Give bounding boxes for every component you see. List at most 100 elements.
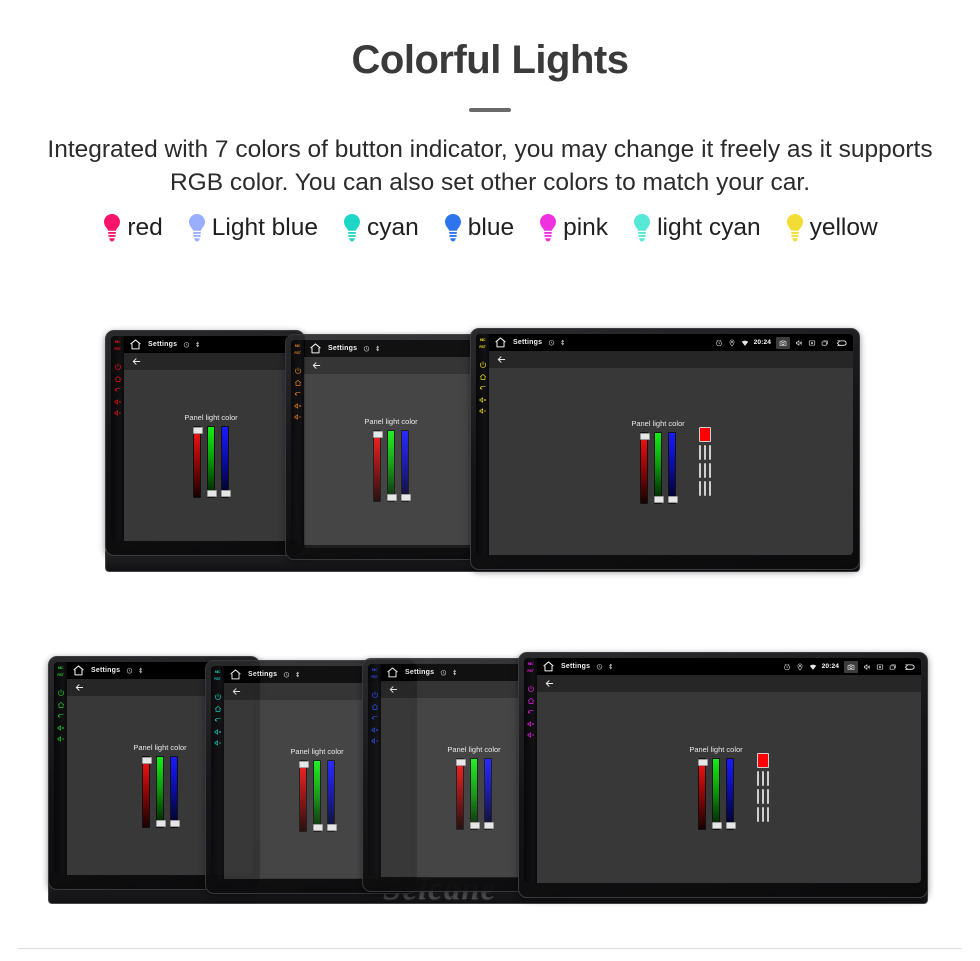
slider-thumb[interactable] [726,822,736,829]
device-yellow[interactable]: MIC RST Settings 20:24 Panel light color [470,328,860,570]
green-slider[interactable] [207,426,217,498]
rail-home-icon[interactable] [114,370,122,382]
volume-icon[interactable] [863,663,871,671]
rail-volume-up-icon[interactable] [371,721,379,733]
home-icon[interactable] [542,660,555,673]
slider-thumb[interactable] [142,757,152,764]
palette-swatch-0-1[interactable] [703,445,706,460]
rail-volume-down-icon[interactable] [57,730,65,742]
home-icon[interactable] [309,342,322,355]
rail-volume-up-icon[interactable] [114,393,122,405]
slider-thumb[interactable] [484,822,494,829]
blue-slider[interactable] [726,758,736,830]
close-box-icon[interactable] [876,663,884,671]
rail-home-icon[interactable] [527,692,535,704]
palette-swatch-2-1[interactable] [703,481,706,496]
rail-home-icon[interactable] [294,374,302,386]
palette-swatch-2-0[interactable] [698,481,701,496]
green-slider[interactable] [712,758,722,830]
rail-volume-down-icon[interactable] [114,404,122,416]
home-icon[interactable] [229,668,242,681]
slider-thumb[interactable] [470,822,480,829]
rail-volume-down-icon[interactable] [479,402,487,414]
palette-swatch-1-2[interactable] [708,463,711,478]
rail-volume-down-icon[interactable] [214,734,222,746]
back-arrow-icon[interactable] [834,338,848,348]
red-slider[interactable] [698,758,708,830]
back-arrow-icon[interactable] [388,684,399,695]
palette-swatch-2-2[interactable] [766,807,769,822]
green-slider[interactable] [654,432,664,504]
rail-volume-up-icon[interactable] [294,397,302,409]
slider-thumb[interactable] [221,490,231,497]
slider-thumb[interactable] [698,759,708,766]
palette-swatch-1-1[interactable] [761,789,764,804]
palette-swatch-1-1[interactable] [703,463,706,478]
slider-thumb[interactable] [654,496,664,503]
slider-thumb[interactable] [207,490,217,497]
device-magenta[interactable]: MIC RST Settings 20:24 Panel light color [518,652,928,898]
back-arrow-icon[interactable] [544,678,555,689]
rail-power-icon[interactable] [371,686,379,699]
palette-swatch-1-0[interactable] [698,463,701,478]
home-icon[interactable] [129,338,142,351]
rail-power-icon[interactable] [479,356,487,369]
rail-power-icon[interactable] [57,684,65,697]
palette-swatch-0-0[interactable] [756,771,759,786]
home-icon[interactable] [494,336,507,349]
slider-thumb[interactable] [299,761,309,768]
rail-volume-up-icon[interactable] [214,723,222,735]
blue-slider[interactable] [170,756,180,828]
back-arrow-icon[interactable] [231,686,242,697]
red-slider[interactable] [299,760,309,832]
palette-swatch-1-0[interactable] [756,789,759,804]
palette-swatch-1-2[interactable] [766,789,769,804]
back-arrow-icon[interactable] [311,360,322,371]
recents-icon[interactable] [889,663,897,671]
device-orange[interactable]: MIC RST Settings Panel light color [285,334,485,560]
rail-volume-down-icon[interactable] [371,732,379,744]
home-icon[interactable] [72,664,85,677]
back-arrow-icon[interactable] [902,662,916,672]
rail-power-icon[interactable] [527,680,535,693]
slider-thumb[interactable] [712,822,722,829]
blue-slider[interactable] [668,432,678,504]
rail-home-icon[interactable] [57,696,65,708]
rail-back-icon[interactable] [479,379,487,390]
palette-swatch-2-1[interactable] [761,807,764,822]
slider-thumb[interactable] [387,494,397,501]
slider-thumb[interactable] [401,494,411,501]
red-slider[interactable] [456,758,466,830]
close-box-icon[interactable] [808,339,816,347]
rail-back-icon[interactable] [57,707,65,718]
slider-thumb[interactable] [193,427,203,434]
volume-icon[interactable] [795,339,803,347]
rail-volume-up-icon[interactable] [479,391,487,403]
slider-thumb[interactable] [668,496,678,503]
blue-slider[interactable] [484,758,494,830]
back-arrow-icon[interactable] [74,682,85,693]
palette-swatch-0-1[interactable] [761,771,764,786]
rail-home-icon[interactable] [214,700,222,712]
palette-swatch-2-2[interactable] [708,481,711,496]
rail-volume-up-icon[interactable] [527,715,535,727]
slider-thumb[interactable] [327,824,337,831]
green-slider[interactable] [313,760,323,832]
green-slider[interactable] [470,758,480,830]
palette-swatch-0-2[interactable] [766,771,769,786]
rail-back-icon[interactable] [114,381,122,392]
rail-power-icon[interactable] [114,358,122,371]
rail-power-icon[interactable] [214,688,222,701]
slider-thumb[interactable] [156,820,166,827]
blue-slider[interactable] [327,760,337,832]
back-arrow-icon[interactable] [496,354,507,365]
home-icon[interactable] [386,666,399,679]
device-red[interactable]: MIC RST Settings Panel light color [105,330,305,556]
slider-thumb[interactable] [170,820,180,827]
rail-back-icon[interactable] [294,385,302,396]
camera-icon[interactable] [776,336,790,349]
palette-swatch-0-0[interactable] [698,445,701,460]
blue-slider[interactable] [221,426,231,498]
slider-thumb[interactable] [313,824,323,831]
red-slider[interactable] [373,430,383,502]
